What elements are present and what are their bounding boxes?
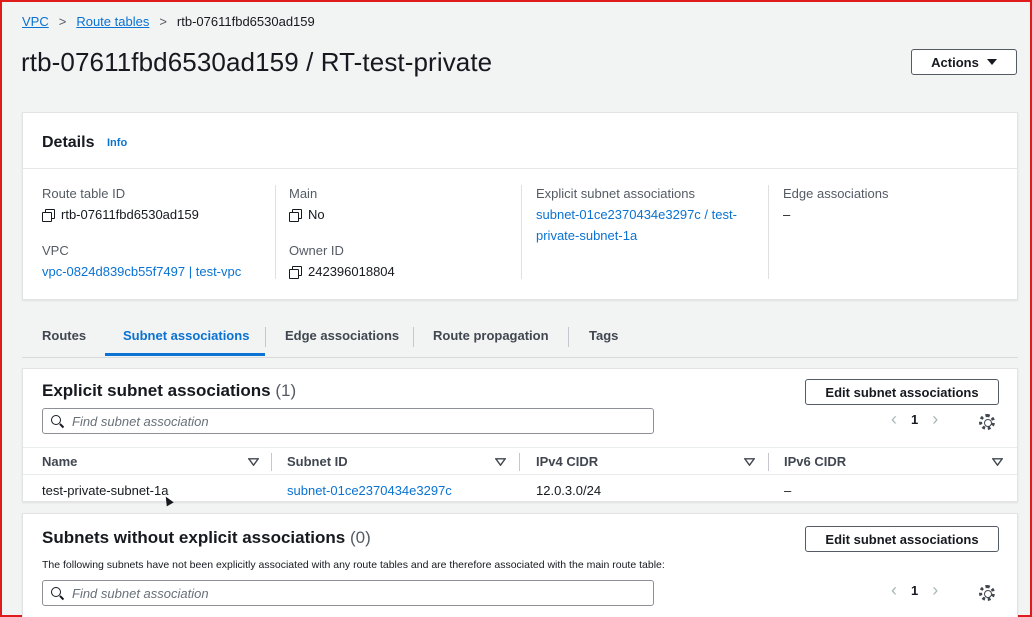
search-field[interactable] bbox=[42, 580, 654, 606]
search-icon bbox=[51, 414, 64, 428]
tab-edge-associations[interactable]: Edge associations bbox=[285, 328, 399, 343]
vpc-label: VPC bbox=[42, 243, 69, 258]
tab-subnet-associations[interactable]: Subnet associations bbox=[123, 328, 249, 343]
breadcrumb-route-tables-link[interactable]: Route tables bbox=[76, 14, 149, 29]
explicit-associations-title: Explicit subnet associations (1) bbox=[42, 381, 296, 401]
main-value: No bbox=[289, 207, 325, 222]
page-title: rtb-07611fbd6530ad159 / RT-test-private bbox=[21, 47, 493, 77]
tab-separator bbox=[413, 327, 414, 347]
details-header: Details Info bbox=[23, 113, 1017, 169]
column-divider bbox=[521, 185, 522, 279]
search-input[interactable] bbox=[72, 413, 626, 429]
column-divider bbox=[768, 453, 769, 471]
section-title-text: Subnets without explicit associations bbox=[42, 528, 346, 547]
copy-icon[interactable] bbox=[289, 208, 302, 222]
breadcrumb-current: rtb-07611fbd6530ad159 bbox=[176, 14, 315, 29]
actions-button-label: Actions bbox=[931, 54, 979, 70]
edge-associations-label: Edge associations bbox=[783, 186, 889, 201]
search-icon bbox=[51, 586, 64, 600]
edit-subnet-associations-button[interactable]: Edit subnet associations bbox=[805, 526, 999, 552]
explicit-associations-panel: Explicit subnet associations (1) Edit su… bbox=[22, 368, 1018, 502]
actions-button[interactable]: Actions bbox=[911, 49, 1017, 75]
caret-down-icon bbox=[986, 59, 997, 65]
details-panel: Details Info Route table ID rtb-07611fbd… bbox=[22, 112, 1018, 300]
table-header: Name Subnet ID IPv4 CIDR IPv6 CIDR bbox=[23, 447, 1017, 475]
tab-routes[interactable]: Routes bbox=[42, 328, 86, 343]
pagination: ‹ 1 › bbox=[891, 581, 938, 599]
chevron-left-icon[interactable]: ‹ bbox=[891, 410, 897, 428]
section-count: (1) bbox=[275, 381, 297, 400]
sort-caret-icon[interactable] bbox=[992, 458, 1003, 466]
search-field[interactable] bbox=[42, 408, 654, 434]
sort-caret-icon[interactable] bbox=[744, 458, 755, 466]
breadcrumb-vpc-link[interactable]: VPC bbox=[22, 14, 49, 29]
column-header-ipv6-cidr[interactable]: IPv6 CIDR bbox=[784, 454, 846, 469]
row-ipv6-cell: – bbox=[784, 483, 792, 498]
column-divider bbox=[519, 453, 520, 471]
row-ipv4-cell: 12.0.3.0/24 bbox=[536, 483, 602, 498]
column-header-ipv4-cidr[interactable]: IPv4 CIDR bbox=[536, 454, 598, 469]
tab-separator bbox=[265, 327, 266, 347]
breadcrumb-separator: > bbox=[159, 14, 167, 29]
column-divider bbox=[271, 453, 272, 471]
subnets-without-associations-panel: Subnets without explicit associations (0… bbox=[22, 513, 1018, 617]
tab-separator bbox=[568, 327, 569, 347]
route-table-id-value: rtb-07611fbd6530ad159 bbox=[42, 207, 199, 222]
explicit-association-link-continued[interactable]: private-subnet-1a bbox=[536, 228, 637, 243]
details-title: Details bbox=[42, 134, 95, 151]
route-table-id-text: rtb-07611fbd6530ad159 bbox=[61, 207, 199, 222]
page-number[interactable]: 1 bbox=[911, 412, 918, 427]
page-number[interactable]: 1 bbox=[911, 583, 918, 598]
tab-tags[interactable]: Tags bbox=[589, 328, 618, 343]
column-header-name[interactable]: Name bbox=[42, 454, 77, 469]
search-input[interactable] bbox=[72, 585, 626, 601]
chevron-right-icon[interactable]: › bbox=[932, 581, 938, 599]
edit-button-label: Edit subnet associations bbox=[825, 531, 979, 547]
explicit-association-link[interactable]: subnet-01ce2370434e3297c / test- bbox=[536, 207, 737, 222]
owner-id-label: Owner ID bbox=[289, 243, 344, 258]
route-table-id-label: Route table ID bbox=[42, 186, 126, 201]
section-count: (0) bbox=[349, 528, 371, 547]
sort-caret-icon[interactable] bbox=[495, 458, 506, 466]
breadcrumb-separator: > bbox=[58, 14, 67, 29]
edit-button-label: Edit subnet associations bbox=[825, 384, 979, 400]
section-title-text: Explicit subnet associations bbox=[42, 381, 271, 400]
no-explicit-title: Subnets without explicit associations (0… bbox=[42, 528, 371, 548]
breadcrumb: VPC > Route tables > rtb-07611fbd6530ad1… bbox=[22, 14, 315, 29]
owner-id-value: 242396018804 bbox=[289, 264, 395, 279]
copy-icon[interactable] bbox=[289, 265, 302, 279]
section-description: The following subnets have not been expl… bbox=[42, 559, 665, 571]
settings-gear-icon[interactable] bbox=[979, 585, 995, 601]
chevron-right-icon[interactable]: › bbox=[932, 410, 938, 428]
owner-id-text: 242396018804 bbox=[308, 264, 395, 279]
edge-associations-value: – bbox=[783, 207, 791, 222]
column-header-subnet-id[interactable]: Subnet ID bbox=[287, 454, 348, 469]
settings-gear-icon[interactable] bbox=[979, 414, 995, 430]
copy-icon[interactable] bbox=[42, 208, 55, 222]
column-divider bbox=[275, 185, 276, 279]
edit-subnet-associations-button[interactable]: Edit subnet associations bbox=[805, 379, 999, 405]
active-tab-indicator bbox=[105, 353, 265, 356]
chevron-left-icon[interactable]: ‹ bbox=[891, 581, 897, 599]
row-name-cell: test-private-subnet-1a bbox=[42, 483, 169, 498]
main-label: Main bbox=[289, 186, 318, 201]
vpc-link[interactable]: vpc-0824d839cb55f7497 | test-vpc bbox=[42, 264, 241, 279]
info-link[interactable]: Info bbox=[107, 137, 127, 149]
explicit-associations-label: Explicit subnet associations bbox=[536, 186, 695, 201]
column-divider bbox=[768, 185, 769, 279]
main-value-text: No bbox=[308, 207, 325, 222]
sort-caret-icon[interactable] bbox=[248, 458, 259, 466]
tab-bar: Routes Subnet associations Edge associat… bbox=[22, 322, 1018, 358]
row-subnet-id-link[interactable]: subnet-01ce2370434e3297c bbox=[287, 483, 452, 498]
tab-route-propagation[interactable]: Route propagation bbox=[433, 328, 549, 343]
pagination: ‹ 1 › bbox=[891, 410, 938, 428]
